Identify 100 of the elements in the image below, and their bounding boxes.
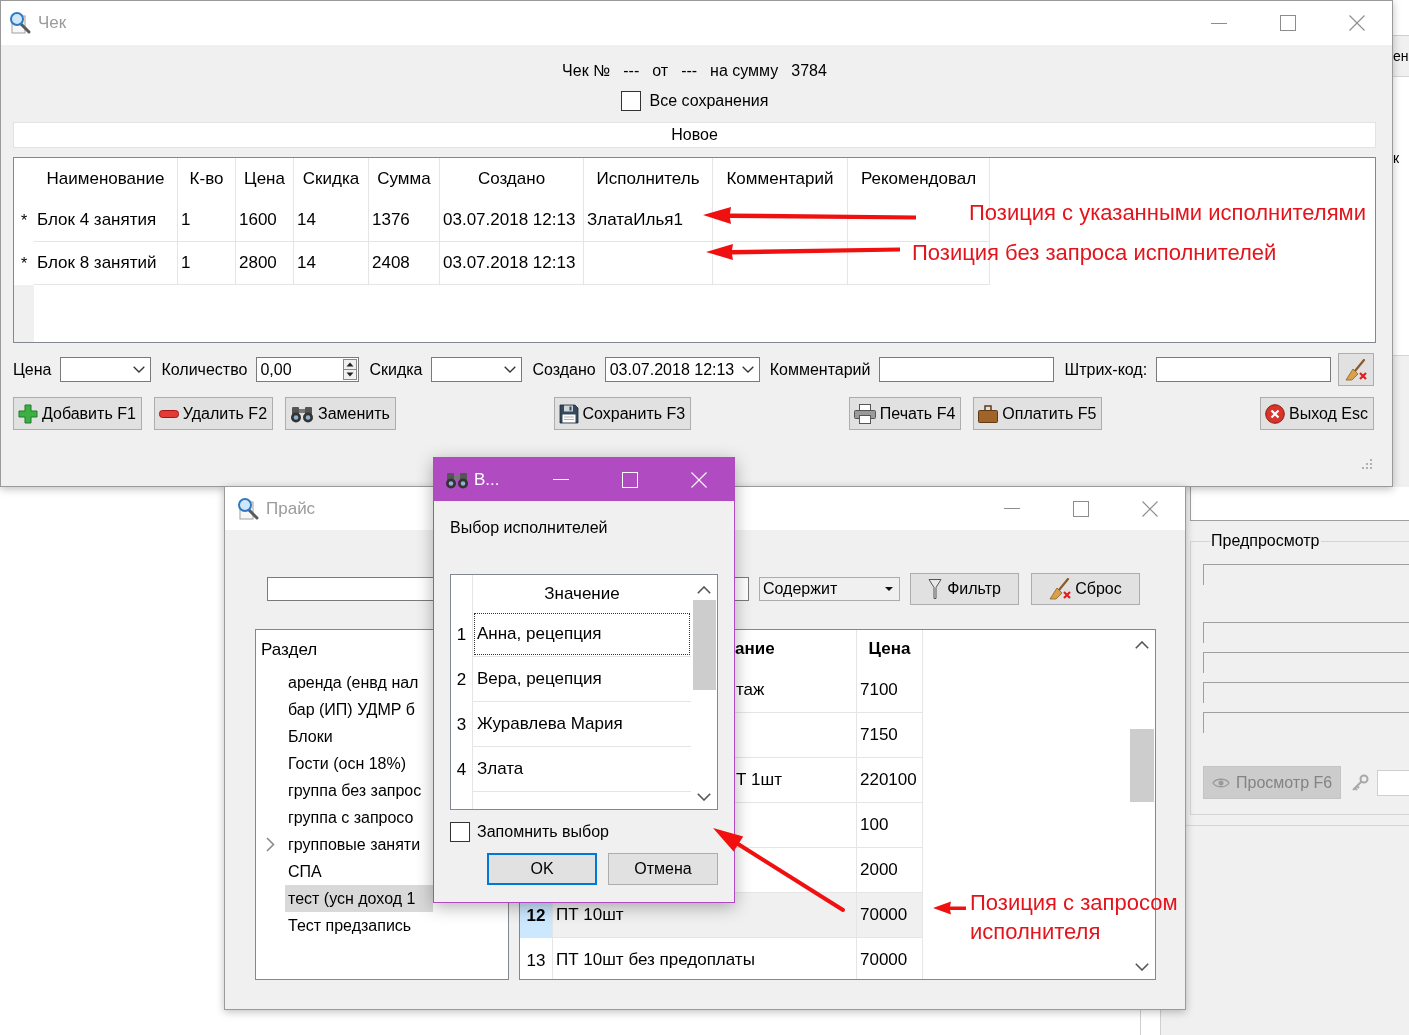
- funnel-icon: [928, 578, 943, 600]
- text-field[interactable]: [1156, 357, 1332, 382]
- list-item[interactable]: Журавлева Мария: [474, 703, 690, 745]
- plus-icon: [18, 403, 38, 424]
- tree-item[interactable]: группа без запрос: [285, 777, 433, 804]
- delete-button[interactable]: Удалить F2: [153, 397, 274, 430]
- annotation-text: Позиция без запроса исполнителей: [912, 239, 1277, 267]
- input-field[interactable]: [1203, 622, 1409, 643]
- filter-button[interactable]: Фильтр: [910, 573, 1019, 605]
- table-cell-text: 1: [181, 252, 191, 275]
- ok-button[interactable]: OK: [487, 853, 597, 885]
- column-header[interactable]: Комментарий: [726, 165, 834, 192]
- minimize-icon: [1003, 508, 1020, 509]
- row-header-strip: [14, 285, 34, 342]
- tree-item[interactable]: СПА: [285, 858, 433, 885]
- close-circle-icon: [1264, 403, 1285, 424]
- table-cell-text: Блок 8 занятий: [37, 252, 157, 275]
- minimize-icon: [552, 479, 569, 480]
- chevron-up-icon[interactable]: [1134, 641, 1149, 649]
- table-cell-text: 7150: [860, 724, 898, 747]
- tree-item[interactable]: Тест предзапись: [285, 912, 433, 939]
- tree-item[interactable]: бар (ИП) УДМР б: [285, 696, 433, 723]
- dialog-heading: Выбор исполнителей: [450, 518, 609, 538]
- column-header[interactable]: Значение: [544, 580, 620, 607]
- number-field[interactable]: 0,00: [256, 357, 360, 382]
- input-field[interactable]: [1377, 769, 1409, 796]
- field-label: Скидка: [369, 359, 423, 380]
- column-header[interactable]: К-во: [189, 165, 224, 192]
- tree-item[interactable]: Гости (осн 18%): [285, 750, 433, 777]
- chevron-down-icon: [741, 366, 754, 373]
- broom-button[interactable]: [1338, 353, 1374, 386]
- table-cell-text: Т 1шт: [736, 769, 782, 792]
- resize-grip-icon[interactable]: [1362, 459, 1372, 469]
- dropdown-field[interactable]: Содержит: [759, 577, 900, 601]
- column-header[interactable]: Создано: [477, 165, 546, 192]
- dropdown-field[interactable]: [60, 357, 152, 382]
- input-field[interactable]: [1203, 712, 1409, 733]
- date-label: от: [652, 61, 669, 81]
- dropdown-field[interactable]: 03.07.2018 12:13: [604, 357, 760, 382]
- column-header[interactable]: Скидка: [302, 165, 360, 192]
- replace-button[interactable]: Заменить: [285, 397, 396, 430]
- text-field[interactable]: [879, 357, 1055, 382]
- scrollbar-thumb[interactable]: [1129, 729, 1154, 802]
- briefcase-icon: [978, 404, 999, 423]
- chevron-right-icon[interactable]: [266, 837, 275, 852]
- spin-arrows-icon[interactable]: [343, 359, 358, 380]
- pay-button[interactable]: Оплатить F5: [973, 397, 1103, 430]
- column-header[interactable]: ание: [735, 636, 775, 662]
- column-header[interactable]: Исполнитель: [596, 165, 700, 192]
- tree-item[interactable]: групповые заняти: [285, 831, 433, 858]
- table-cell-text: 2800: [239, 252, 277, 275]
- field-label: Комментарий: [769, 359, 871, 380]
- checkbox[interactable]: [450, 822, 470, 842]
- column-header[interactable]: Наименование: [46, 165, 165, 192]
- dropdown-field[interactable]: [431, 357, 523, 382]
- chevron-down-icon[interactable]: [697, 793, 711, 801]
- list-item[interactable]: Злата: [474, 748, 690, 790]
- input-field[interactable]: [1203, 564, 1409, 585]
- field-label: Цена: [13, 359, 52, 380]
- save-button[interactable]: Сохранить F3: [553, 397, 692, 430]
- table-cell-text: 70000: [860, 949, 908, 972]
- receipt-number-label: Чек №: [562, 61, 611, 81]
- tree-item[interactable]: тест (усн доход 1: [285, 885, 433, 912]
- column-header[interactable]: Сумма: [377, 165, 431, 192]
- window-title: Прайс: [266, 497, 316, 520]
- magnifier-icon: [8, 11, 32, 35]
- table-cell-text: 03.07.2018 12:13: [443, 252, 576, 275]
- receipt-date: ---: [681, 61, 698, 81]
- list-item[interactable]: Анна, рецепция: [474, 613, 690, 655]
- column-header[interactable]: Цена: [868, 636, 911, 662]
- row-number: 2: [456, 668, 467, 691]
- checkbox[interactable]: [620, 91, 641, 111]
- add-button[interactable]: Добавить F1: [13, 397, 142, 430]
- cancel-button[interactable]: Отмена: [608, 853, 718, 885]
- tree-item[interactable]: группа с запросо: [285, 804, 433, 831]
- minus-icon: [158, 409, 179, 418]
- chevron-down-icon[interactable]: [1134, 963, 1149, 971]
- magnifier-icon: [236, 496, 260, 521]
- binoculars-icon: [445, 470, 469, 489]
- tree-item[interactable]: Блоки: [285, 723, 433, 750]
- row-marker: *: [20, 253, 28, 274]
- table-cell-text: 7100: [860, 679, 898, 702]
- tree-item[interactable]: аренда (енвд нал: [285, 669, 433, 696]
- receipt-number: ---: [623, 61, 640, 81]
- scrollbar-thumb[interactable]: [692, 600, 716, 690]
- table-cell-text: 220100: [860, 769, 917, 792]
- table-cell-text: 100: [860, 814, 889, 837]
- column-header[interactable]: Рекомендовал: [860, 165, 977, 192]
- reset-button[interactable]: Сброс: [1031, 573, 1140, 605]
- close-icon: [691, 471, 707, 488]
- list-item[interactable]: Вера, рецепция: [474, 658, 690, 700]
- print-button[interactable]: Печать F4: [848, 397, 962, 430]
- close-icon: [1142, 500, 1158, 517]
- column-header[interactable]: Цена: [244, 165, 285, 192]
- input-field[interactable]: [1203, 682, 1409, 703]
- maximize-icon: [1279, 15, 1296, 31]
- table-cell-text: Блок 4 занятия: [37, 209, 157, 232]
- input-field[interactable]: [1203, 652, 1409, 673]
- exit-button[interactable]: Выход Esc: [1259, 397, 1374, 430]
- chevron-up-icon[interactable]: [697, 586, 711, 594]
